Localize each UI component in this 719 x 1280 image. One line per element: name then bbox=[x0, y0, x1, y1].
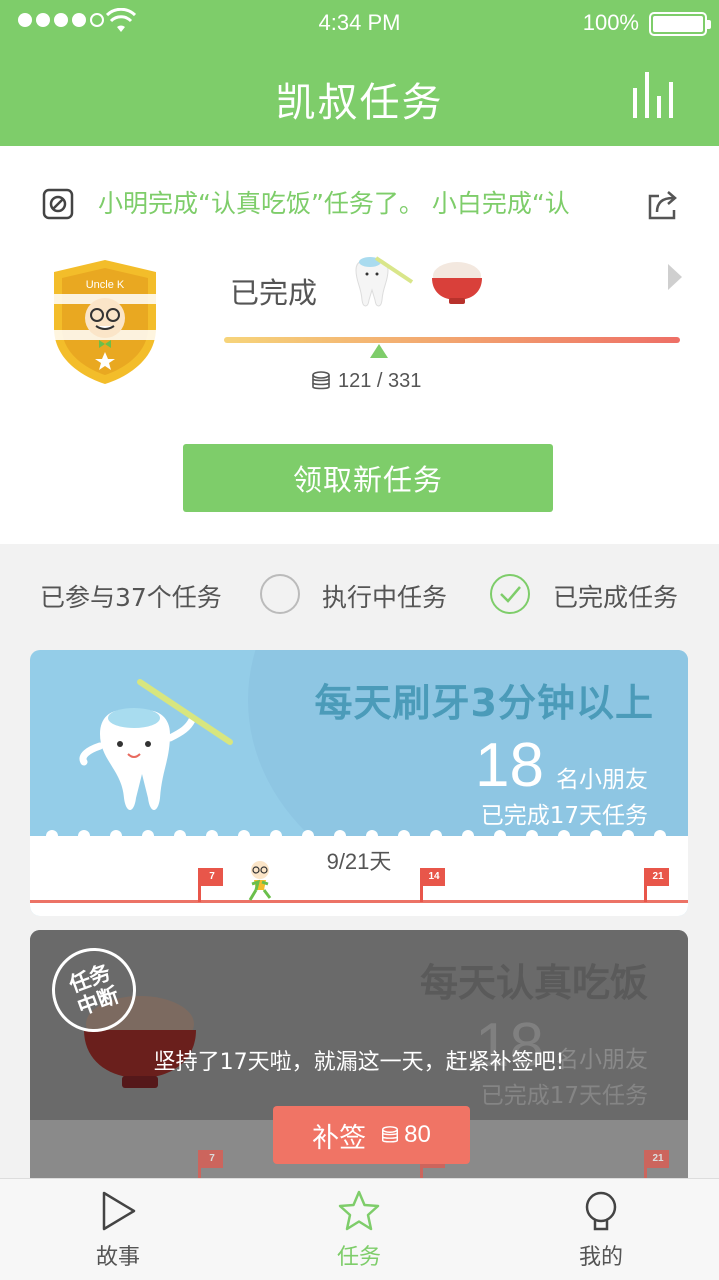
share-icon[interactable] bbox=[645, 186, 681, 222]
page-title: 凯叔任务 bbox=[275, 80, 444, 126]
status-bar: 4:34 PM 100% bbox=[0, 8, 719, 38]
completed-radio[interactable] bbox=[490, 574, 530, 614]
flag-day-7: 7 bbox=[198, 868, 224, 902]
news-ticker: 小明完成“认真吃饭”任务了。 小白完成“认 bbox=[0, 186, 719, 222]
flag-day-14: 14 bbox=[420, 868, 446, 902]
next-arrow-icon[interactable] bbox=[668, 264, 682, 290]
participated-count: 已参与37个任务 bbox=[40, 583, 222, 612]
in-progress-radio[interactable] bbox=[260, 574, 300, 614]
kids-count: 18 bbox=[475, 731, 544, 800]
battery-percent: 100% bbox=[582, 10, 639, 35]
nav-label-me: 我的 bbox=[578, 1245, 623, 1270]
in-progress-label[interactable]: 执行中任务 bbox=[322, 578, 447, 614]
coin-progress: 121 / 331 bbox=[310, 368, 421, 394]
rice-bowl-icon[interactable] bbox=[430, 258, 484, 306]
completed-label-filter[interactable]: 已完成任务 bbox=[553, 578, 678, 614]
makeup-signin-button[interactable]: 补签 80 bbox=[273, 1106, 470, 1164]
makeup-message: 坚持了17天啦，就漏这一天，赶紧补签吧! bbox=[153, 1050, 565, 1075]
task-card-brush-teeth[interactable]: 每天刷牙3分钟以上 18 名小朋友 已完成17天任务 9/21天 7 14 21 bbox=[30, 650, 688, 916]
progress-track bbox=[224, 337, 680, 343]
battery-icon bbox=[649, 12, 711, 36]
makeup-label: 补签 bbox=[312, 1122, 367, 1154]
check-icon bbox=[500, 586, 521, 603]
uncle-k-badge: Uncle K bbox=[54, 260, 156, 384]
days-done: 已完成17天任务 bbox=[480, 803, 648, 829]
tooth-brush-icon[interactable] bbox=[350, 252, 416, 312]
svg-text:Uncle K: Uncle K bbox=[86, 279, 125, 291]
coin-progress-text: 121 / 331 bbox=[338, 369, 422, 392]
completed-label: 已完成 bbox=[230, 276, 318, 310]
news-text[interactable]: 小明完成“认真吃饭”任务了。 小白完成“认 bbox=[98, 186, 624, 222]
coin-stack-icon bbox=[312, 371, 330, 390]
bottom-nav: 故事 任务 我的 bbox=[0, 1178, 719, 1280]
task-title: 每天刷牙3分钟以上 bbox=[314, 681, 654, 725]
get-new-task-button[interactable]: 领取新任务 bbox=[183, 444, 553, 512]
task-card-eat-well[interactable]: 每天认真吃饭 18 名小朋友 已完成17天任务 7 14 21 任务 中断 坚持… bbox=[30, 930, 688, 1190]
bar-chart-icon[interactable] bbox=[631, 70, 681, 120]
flag-day-21: 21 bbox=[644, 868, 670, 902]
nav-tab-me[interactable]: 我的 bbox=[541, 1189, 661, 1279]
task-filter-row: 已参与37个任务 执行中任务 已完成任务 bbox=[0, 562, 719, 628]
nav-tab-task[interactable]: 任务 bbox=[299, 1189, 419, 1279]
coin-stack-icon bbox=[382, 1126, 399, 1143]
star-icon bbox=[338, 1190, 380, 1231]
makeup-cost: 80 bbox=[380, 1121, 431, 1149]
days-done: 已完成17天任务 bbox=[480, 1083, 648, 1109]
header: 4:34 PM 100% 凯叔任务 bbox=[0, 0, 719, 146]
progress-marker bbox=[370, 344, 388, 358]
block-icon[interactable] bbox=[42, 188, 74, 220]
tooth-character-icon bbox=[79, 679, 233, 810]
nav-label-story: 故事 bbox=[95, 1245, 140, 1270]
uncle-k-runner-icon bbox=[248, 861, 272, 901]
task-title: 每天认真吃饭 bbox=[419, 961, 648, 1005]
profile-icon bbox=[585, 1191, 617, 1231]
nav-label-task: 任务 bbox=[336, 1245, 381, 1270]
play-icon bbox=[102, 1191, 136, 1231]
nav-tab-story[interactable]: 故事 bbox=[58, 1189, 178, 1279]
kids-label: 名小朋友 bbox=[556, 767, 648, 793]
timeline-progress: 9/21天 bbox=[326, 849, 392, 874]
task-timeline: 9/21天 7 14 21 bbox=[30, 830, 688, 916]
summary-card: 小明完成“认真吃饭”任务了。 小白完成“认 Uncle K 已完成 121 / … bbox=[0, 146, 719, 544]
